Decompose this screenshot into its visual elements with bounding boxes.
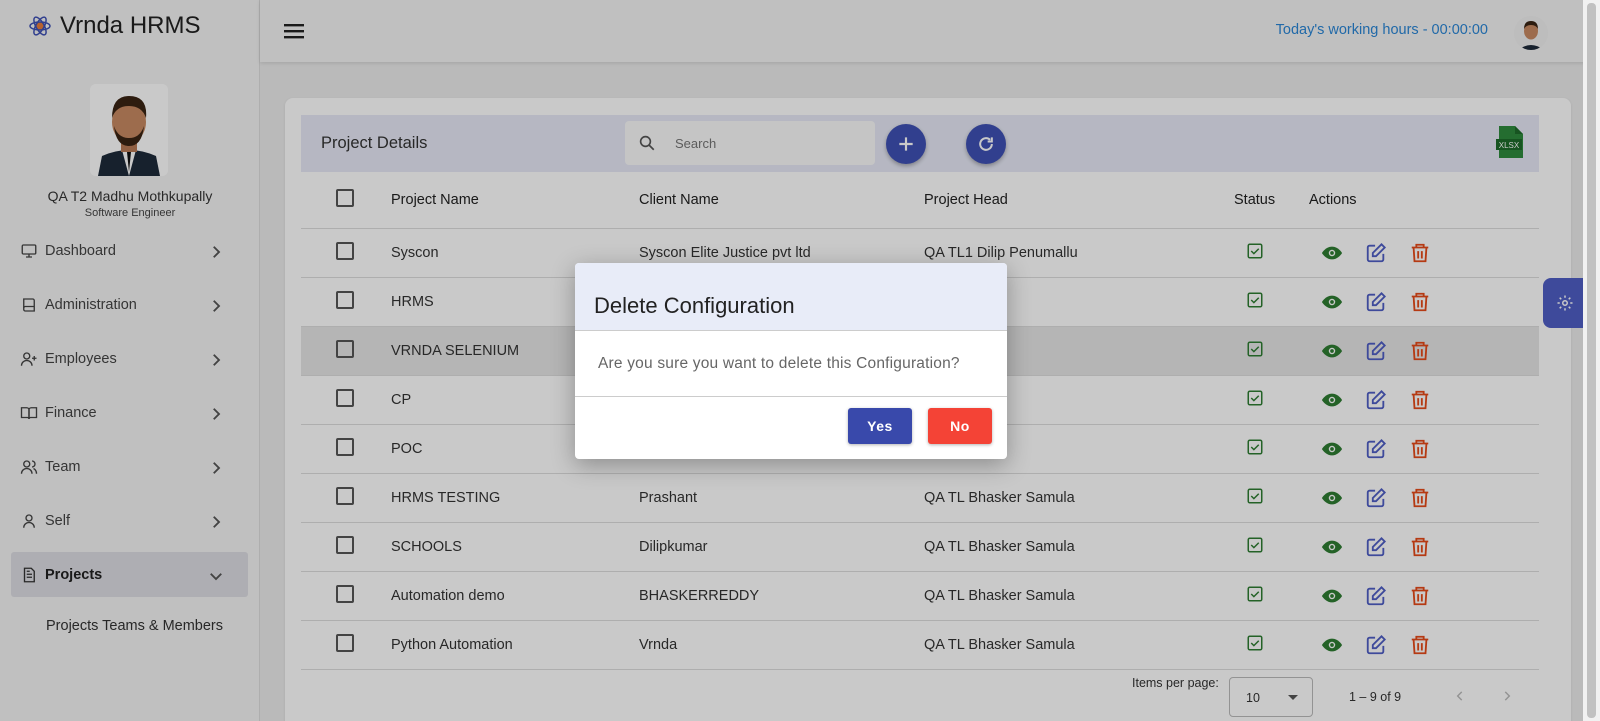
scrollbar-thumb[interactable]: [1587, 3, 1596, 718]
page-scrollbar[interactable]: [1583, 0, 1600, 721]
confirm-yes-button[interactable]: Yes: [848, 408, 912, 444]
delete-dialog: Delete Configuration Are you sure you wa…: [575, 263, 1007, 459]
confirm-no-button[interactable]: No: [928, 408, 992, 444]
dialog-message: Are you sure you want to delete this Con…: [575, 331, 1007, 397]
dialog-title: Delete Configuration: [575, 263, 1007, 331]
